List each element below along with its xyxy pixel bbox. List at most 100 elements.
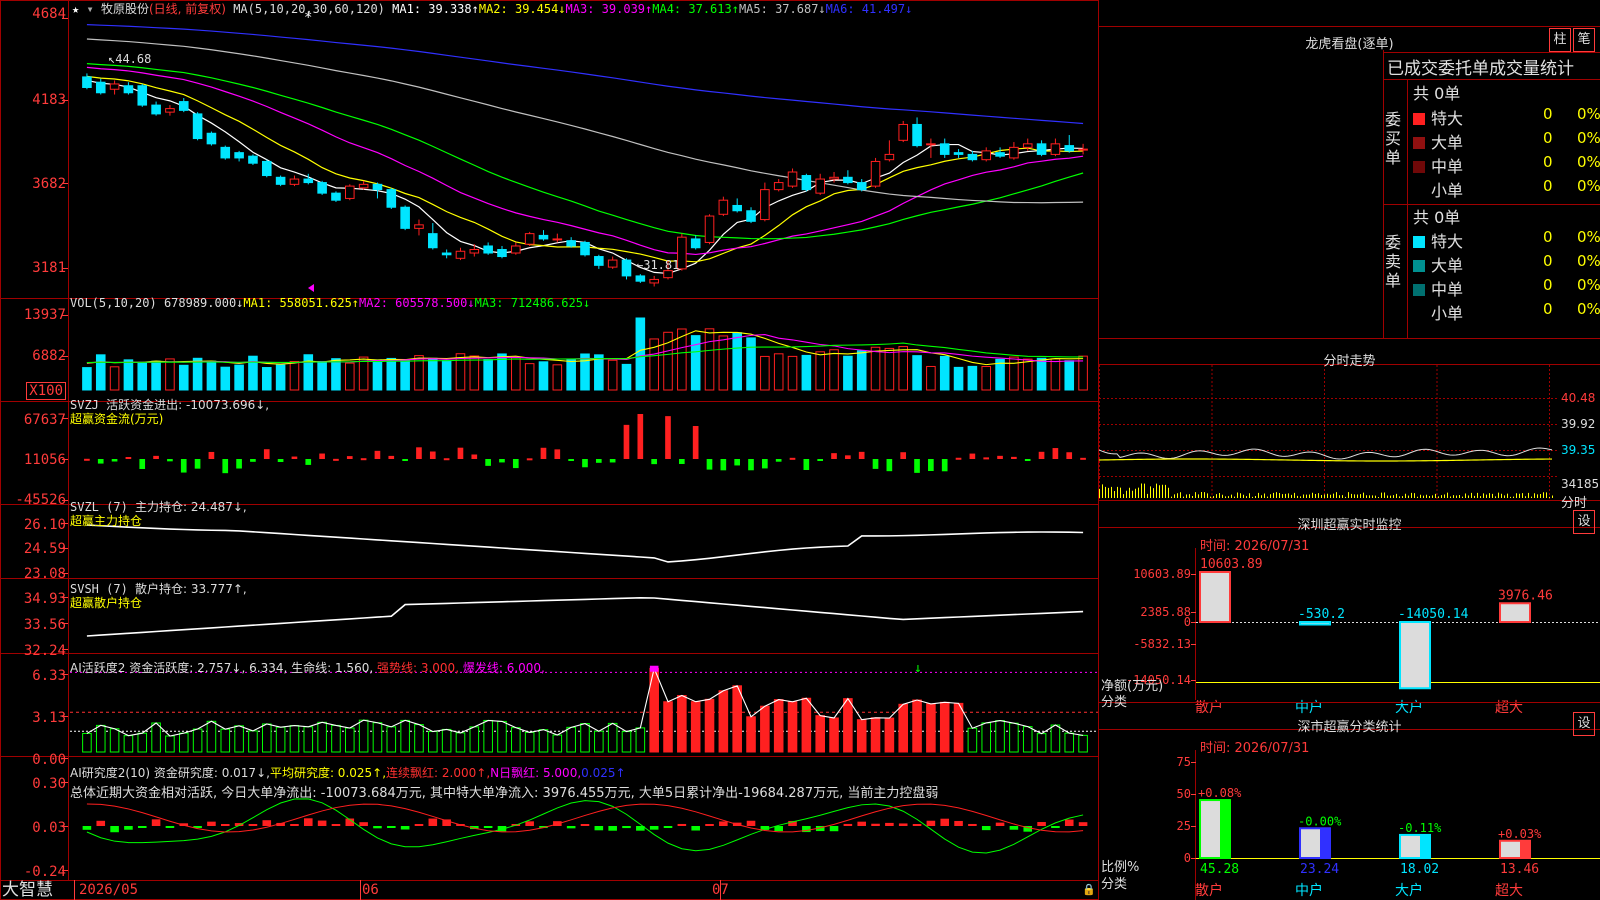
research-bar: [649, 826, 659, 830]
activity-bar: [663, 701, 673, 753]
money-flow-bar: [941, 459, 948, 472]
app-logo[interactable]: 大智慧: [2, 880, 53, 900]
candle-body: [594, 256, 604, 266]
candle-body: [552, 238, 563, 241]
classify-value: 18.02: [1400, 862, 1439, 877]
money-flow-bar: [443, 458, 450, 461]
activity-bar: [773, 699, 784, 753]
tab-bar[interactable]: 柱: [1549, 28, 1571, 52]
classify-ytick: 25: [1177, 819, 1191, 833]
ma1-legend: MA1: 39.338↑: [392, 2, 479, 16]
activity-bar: [566, 726, 576, 753]
volume-bar: [289, 360, 300, 391]
activity-bar: [967, 727, 978, 753]
volume-bar: [635, 317, 646, 391]
tab-tick[interactable]: 笔: [1573, 28, 1595, 52]
candle-body: [220, 146, 231, 159]
classify-bar-accent: [1420, 834, 1430, 858]
volume-bar: [317, 361, 327, 391]
vol-ytick: 13937: [23, 307, 66, 323]
fenshi-ytick: 34185: [1561, 477, 1600, 491]
money-flow-bar: [775, 459, 782, 462]
money-flow-bar: [872, 459, 879, 469]
lock-icon[interactable]: 🔒: [1082, 883, 1096, 897]
research-bar: [373, 826, 382, 829]
candle-body: [331, 192, 341, 201]
star-icon[interactable]: ★: [72, 2, 79, 16]
aiyj-tail: 0.025↑: [581, 766, 626, 780]
research-bar: [303, 818, 313, 826]
volume-bar: [953, 366, 964, 391]
aihy-life: 生命线: 1.560,: [291, 661, 374, 675]
classify-ylabel2: 分类: [1101, 877, 1128, 892]
activity-bar: [580, 723, 590, 753]
activity-bar: [594, 730, 604, 753]
money-flow-bar: [1024, 459, 1031, 461]
volume-bar: [483, 359, 493, 391]
ma-line: [86, 75, 1084, 263]
svsh-ytick: 32.24: [23, 643, 66, 659]
color-swatch: [1413, 113, 1425, 125]
candle-body: [704, 215, 715, 243]
money-flow-bar: [277, 459, 284, 463]
volume-bar: [815, 351, 825, 391]
activity-bar: [538, 729, 549, 753]
candle-body: [607, 259, 618, 268]
volume-bar: [912, 355, 922, 391]
main-chart-canvas[interactable]: *↓: [0, 0, 1099, 900]
fenshi-unit: 分时: [1561, 496, 1588, 511]
classify-change-label: +0.08%: [1198, 786, 1242, 800]
volume-bar: [220, 366, 231, 391]
activity-bar: [981, 722, 992, 753]
money-flow-bar: [125, 457, 132, 460]
menu-dropdown-icon[interactable]: ▾: [86, 2, 93, 16]
volume-bar: [234, 364, 244, 391]
money-flow-bar: [665, 416, 671, 459]
retail-holding-line: [86, 596, 1084, 637]
research-bar: [566, 826, 576, 829]
candle-body: [428, 233, 438, 249]
candle-body: [317, 182, 327, 194]
activity-bar: [109, 728, 120, 753]
sell-total: 共 0单: [1413, 208, 1461, 227]
activity-bar: [704, 698, 715, 753]
classify-value: 13.46: [1500, 862, 1539, 877]
classify-category: 散户: [1195, 882, 1223, 899]
svzj-ytick: 11056: [23, 452, 66, 468]
candle-body: [414, 224, 424, 229]
ma-line: [86, 66, 1084, 256]
svzj-sub: 超赢资金流(万元): [70, 412, 164, 426]
volume-bar: [441, 360, 452, 391]
volume-bar: [386, 357, 397, 391]
activity-bar: [317, 721, 327, 753]
monitor-category: 散户: [1195, 699, 1223, 716]
aiyj-ytick: 0.30: [32, 776, 66, 792]
research-bar: [165, 826, 175, 828]
candle-body: [1022, 143, 1033, 148]
buy-total: 共 0单: [1413, 84, 1461, 103]
money-flow-bar: [1038, 451, 1045, 459]
vol-unit[interactable]: X100: [26, 382, 66, 400]
volume-bar: [372, 359, 383, 391]
candle-body: [137, 85, 148, 106]
row-pct: 0%: [1577, 105, 1600, 123]
kline-ytick: 4183: [32, 92, 66, 108]
activity-bar: [552, 734, 563, 753]
row-value: 0: [1543, 252, 1553, 270]
row-pct: 0%: [1577, 228, 1600, 246]
research-bar: [1051, 826, 1060, 828]
activity-bar: [1009, 722, 1019, 753]
money-flow-bar: [526, 458, 533, 461]
volume-bar: [829, 349, 839, 391]
stock-name[interactable]: 牧原股份: [101, 2, 149, 16]
money-flow-bar: [706, 459, 713, 470]
research-bar: [331, 824, 341, 826]
volume-bar: [801, 354, 812, 391]
classify-settings-button[interactable]: 设: [1573, 712, 1595, 736]
activity-bar: [912, 699, 922, 753]
monitor-settings-button[interactable]: 设: [1573, 510, 1595, 534]
ma5-legend: MA5: 37.687↓: [738, 2, 826, 16]
low-annotation: ←31.81: [636, 258, 680, 272]
money-flow-bar: [1052, 448, 1059, 459]
volume-bar: [303, 354, 314, 391]
